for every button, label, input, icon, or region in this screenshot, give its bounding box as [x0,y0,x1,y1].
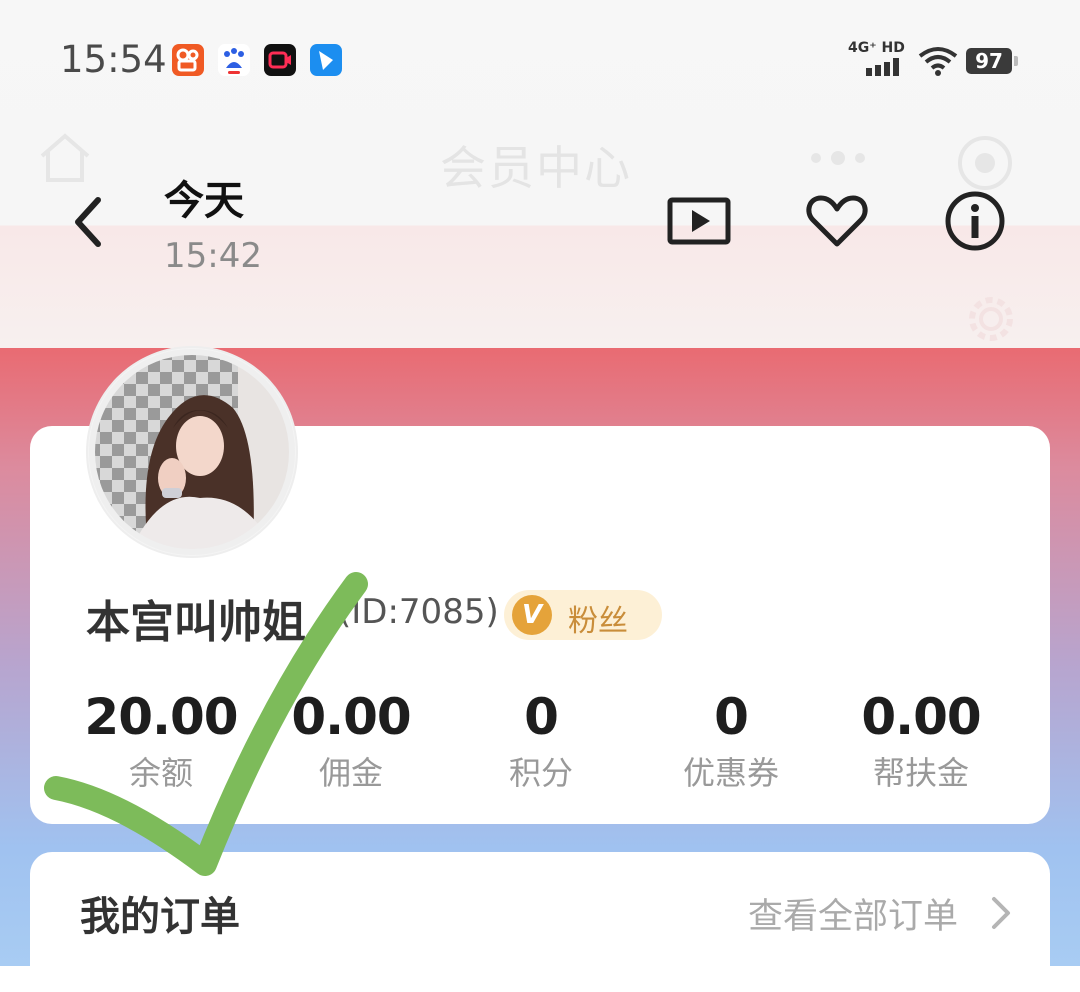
battery-tip [1014,56,1018,66]
chevron-right-icon[interactable] [990,896,1012,930]
battery-indicator: 97 [966,48,1012,74]
member-level-label: 粉丝 [568,604,628,639]
username: 本宫叫帅姐 [86,597,306,648]
stat-value: 20.00 [84,688,238,746]
stat-label: 帮扶金 [872,754,969,792]
stat-commission[interactable]: 0.00 佣金 [256,688,446,794]
view-all-orders-link[interactable]: 查看全部订单 [748,888,958,939]
feishu-icon [310,44,342,76]
back-arrow-icon[interactable] [64,192,114,252]
stat-label: 优惠券 [682,754,779,792]
favorite-heart-icon[interactable] [804,188,870,254]
orders-title: 我的订单 [80,894,240,940]
stat-label: 佣金 [318,754,383,792]
status-time: 15:54 [60,38,167,81]
signal-icon [866,58,899,76]
stat-value: 0.00 [291,688,411,746]
kuaishou-icon [172,44,204,76]
baidu-icon [218,44,250,76]
stat-value: 0 [524,688,559,746]
avatar[interactable] [88,348,296,556]
stat-label: 积分 [508,754,573,792]
more-options-icon [811,151,865,165]
stat-coupons[interactable]: 0 优惠券 [636,688,826,794]
play-video-icon[interactable] [666,188,732,254]
stat-support-fund[interactable]: 0.00 帮扶金 [826,688,1016,794]
network-indicator: 4G⁺ HD [848,40,905,56]
home-icon [40,133,90,182]
stat-points[interactable]: 0 积分 [446,688,636,794]
vip-badge-icon: V [512,595,552,635]
settings-gear-icon [969,297,1013,341]
user-id: (ID:7085) [338,592,499,632]
close-miniapp-icon [958,136,1012,190]
stat-label: 余额 [128,754,193,792]
member-level-badge[interactable]: V 粉丝 [504,590,662,640]
video-record-icon [264,44,296,76]
stat-value: 0.00 [861,688,981,746]
info-icon[interactable] [942,188,1008,254]
message-time: 15:42 [164,236,262,276]
wifi-icon [918,47,958,76]
stat-balance[interactable]: 20.00 余额 [66,688,256,794]
page-title: 会员中心 [440,141,632,195]
stat-value: 0 [714,688,749,746]
message-day: 今天 [164,178,244,224]
